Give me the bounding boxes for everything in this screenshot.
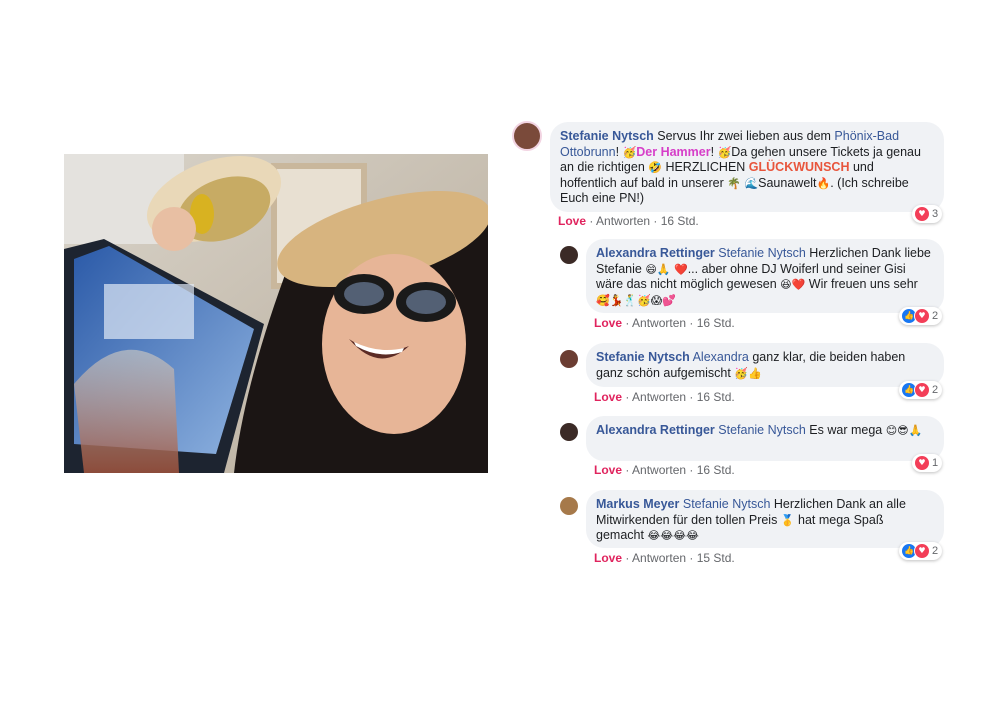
emoji: 🥰💃🕺🥳😱💕	[596, 293, 676, 307]
heart-icon: ♥	[914, 206, 930, 222]
love-link[interactable]: Love	[594, 463, 622, 477]
reaction-summary[interactable]: ♥ 1	[912, 454, 943, 472]
separator: ·	[686, 316, 697, 330]
comment-actions: Love · Antworten · 16 Std.	[558, 214, 699, 228]
comment-text: !	[615, 144, 623, 159]
comment-actions: Love · Antworten · 16 Std.	[594, 316, 735, 330]
love-link[interactable]: Love	[594, 390, 622, 404]
emoji: 🌴 🌊	[727, 176, 759, 190]
timestamp[interactable]: 16 Std.	[661, 214, 699, 228]
reaction-summary[interactable]: ♥ 3	[912, 205, 943, 223]
emoji: 🥇	[780, 513, 795, 527]
love-link[interactable]: Love	[594, 551, 622, 565]
comment-text: Es war mega	[805, 423, 886, 437]
reaction-summary[interactable]: 👍 ♥ 2	[899, 381, 943, 399]
emoji: 🔥	[816, 176, 831, 190]
avatar[interactable]	[512, 121, 542, 151]
emoji: 😄🙏 ❤️	[645, 262, 688, 276]
separator: ·	[622, 316, 633, 330]
mention-link[interactable]: Stefanie Nytsch	[718, 246, 806, 260]
comment-author[interactable]: Alexandra Rettinger	[596, 246, 715, 260]
love-link[interactable]: Love	[558, 214, 586, 228]
timestamp[interactable]: 16 Std.	[697, 316, 735, 330]
highlighted-text: Der Hammer	[636, 144, 711, 159]
comment-author[interactable]: Stefanie Nytsch	[596, 350, 690, 364]
comment-text: Saunawelt	[758, 175, 817, 190]
reaction-count: 2	[932, 384, 939, 396]
separator: ·	[622, 551, 633, 565]
selfie-photo	[64, 154, 488, 473]
comment-bubble: Markus Meyer Stefanie Nytsch Herzlichen …	[586, 490, 944, 548]
highlighted-text: GLÜCKWUNSCH	[748, 160, 850, 174]
reply-link[interactable]: Antworten	[632, 463, 686, 477]
separator: ·	[650, 214, 661, 228]
mention-link[interactable]: Alexandra	[693, 350, 749, 364]
comment-bubble: Alexandra Rettinger Stefanie Nytsch Herz…	[586, 239, 944, 313]
reply-link[interactable]: Antworten	[596, 214, 650, 228]
comment-actions: Love · Antworten · 16 Std.	[594, 463, 735, 477]
comment-author[interactable]: Markus Meyer	[596, 497, 679, 511]
heart-icon: ♥	[914, 455, 930, 471]
emoji: 🤣	[648, 161, 662, 174]
reaction-count: 2	[932, 310, 939, 322]
comment-text: !	[710, 144, 718, 159]
reaction-summary[interactable]: 👍 ♥ 2	[899, 542, 943, 560]
heart-icon: ♥	[914, 382, 930, 398]
comment-author[interactable]: Alexandra Rettinger	[596, 423, 715, 437]
emoji: 😂😂😂😂	[647, 529, 699, 542]
heart-icon: ♥	[914, 308, 930, 324]
avatar[interactable]	[560, 497, 578, 515]
comment-bubble: Stefanie Nytsch Servus Ihr zwei lieben a…	[550, 122, 944, 212]
separator: ·	[586, 214, 597, 228]
emoji: 😊😎🙏	[885, 424, 923, 437]
emoji: 🥳👍	[734, 366, 762, 380]
mention-link[interactable]: Stefanie Nytsch	[683, 497, 771, 511]
reply-link[interactable]: Antworten	[632, 316, 686, 330]
comment-actions: Love · Antworten · 15 Std.	[594, 551, 735, 565]
comment-author[interactable]: Stefanie Nytsch	[560, 129, 654, 143]
comment-text: Servus Ihr zwei lieben aus dem	[653, 129, 835, 143]
comment-actions: Love · Antworten · 16 Std.	[594, 390, 735, 404]
reaction-summary[interactable]: 👍 ♥ 2	[899, 307, 943, 325]
heart-icon: ♥	[914, 543, 930, 559]
emoji: 🥳	[717, 145, 732, 159]
love-link[interactable]: Love	[594, 316, 622, 330]
reaction-count: 2	[932, 545, 939, 557]
separator: ·	[622, 390, 633, 404]
reaction-count: 3	[932, 208, 939, 220]
avatar[interactable]	[560, 423, 578, 441]
comment-text: HERZLICHEN	[661, 160, 749, 174]
timestamp[interactable]: 16 Std.	[697, 390, 735, 404]
comment-text: Wir freuen uns sehr	[805, 277, 918, 291]
reply-link[interactable]: Antworten	[632, 551, 686, 565]
comment-bubble: Stefanie Nytsch Alexandra ganz klar, die…	[586, 343, 944, 387]
reaction-count: 1	[932, 457, 939, 469]
emoji: 😆❤️	[780, 278, 806, 291]
comment-bubble: Alexandra Rettinger Stefanie Nytsch Es w…	[586, 416, 944, 461]
separator: ·	[686, 551, 697, 565]
emoji: 🥳	[622, 145, 637, 159]
avatar[interactable]	[560, 246, 578, 264]
timestamp[interactable]: 16 Std.	[697, 463, 735, 477]
avatar[interactable]	[560, 350, 578, 368]
reply-link[interactable]: Antworten	[632, 390, 686, 404]
separator: ·	[622, 463, 633, 477]
mention-link[interactable]: Stefanie Nytsch	[718, 423, 806, 437]
separator: ·	[686, 390, 697, 404]
timestamp[interactable]: 15 Std.	[697, 551, 735, 565]
separator: ·	[686, 463, 697, 477]
